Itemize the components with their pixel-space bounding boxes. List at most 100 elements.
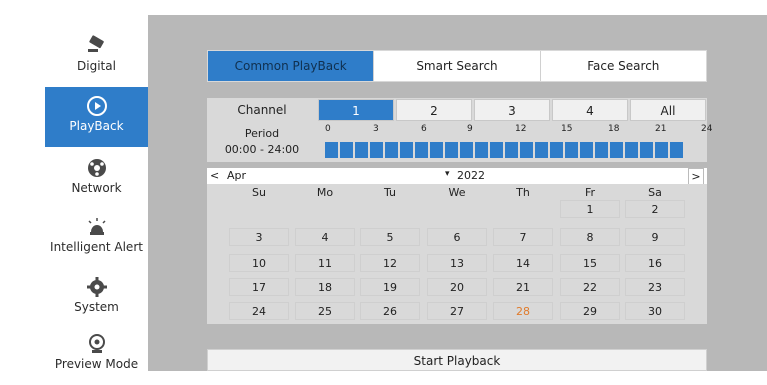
tab-smart-search[interactable]: Smart Search <box>374 51 541 81</box>
period-label: Period <box>244 127 280 140</box>
hour-block[interactable] <box>340 142 353 158</box>
calendar-day[interactable]: 27 <box>427 302 487 320</box>
calendar-day[interactable]: 6 <box>427 228 487 246</box>
hour-block[interactable] <box>610 142 623 158</box>
calendar-day[interactable]: 19 <box>360 278 420 296</box>
calendar-day[interactable]: 21 <box>493 278 553 296</box>
hour-block[interactable] <box>520 142 533 158</box>
calendar-day[interactable]: 24 <box>229 302 289 320</box>
calendar-day[interactable]: 11 <box>295 254 355 272</box>
hour-block[interactable] <box>640 142 653 158</box>
alert-icon <box>87 218 106 235</box>
hour-block[interactable] <box>415 142 428 158</box>
hour-block[interactable] <box>595 142 608 158</box>
calendar-day[interactable]: 30 <box>625 302 685 320</box>
hour-block[interactable] <box>625 142 638 158</box>
sidebar-item-preview-mode[interactable]: Preview Mode <box>45 325 148 385</box>
hour-block[interactable] <box>475 142 488 158</box>
hour-block[interactable] <box>670 142 683 158</box>
channel-option-3[interactable]: 3 <box>474 99 550 121</box>
hour-block[interactable] <box>325 142 338 158</box>
hour-block[interactable] <box>505 142 518 158</box>
tab-common-playback[interactable]: Common PlayBack <box>208 51 375 81</box>
calendar-day[interactable]: 5 <box>360 228 420 246</box>
sidebar-item-digital[interactable]: Digital <box>45 27 148 81</box>
channel-option-all[interactable]: All <box>630 99 706 121</box>
period-blocks[interactable] <box>325 142 683 158</box>
next-month-button[interactable]: > <box>688 168 704 185</box>
hour-block[interactable] <box>355 142 368 158</box>
month-select[interactable]: Apr <box>227 169 246 182</box>
period-tick-label: 18 <box>608 124 620 134</box>
hour-block[interactable] <box>655 142 668 158</box>
sidebar-item-intelligent-alert[interactable]: Intelligent Alert <box>45 208 148 268</box>
period-tick-label: 21 <box>655 124 667 134</box>
period-ticks: 0 3 6 9 12 15 18 21 24 <box>325 124 713 136</box>
calendar-day[interactable]: 17 <box>229 278 289 296</box>
sidebar-item-network[interactable]: Network <box>45 149 148 209</box>
weekday-header: Mo <box>316 186 334 199</box>
calendar-day[interactable]: 10 <box>229 254 289 272</box>
calendar-day[interactable]: 23 <box>625 278 685 296</box>
channel-option-1[interactable]: 1 <box>318 99 394 121</box>
calendar-grid: Su Mo Tu We Th Fr Sa 1 2 3 4 5 6 7 8 9 10 11 12 13 14 15 16 17 1… <box>207 184 707 324</box>
year-select[interactable]: 2022 <box>457 169 485 182</box>
hour-block[interactable] <box>550 142 563 158</box>
hour-block[interactable] <box>580 142 593 158</box>
period-tick-label: 12 <box>515 124 527 134</box>
calendar-day[interactable]: 18 <box>295 278 355 296</box>
prev-month-button[interactable]: < <box>210 169 219 182</box>
webcam-icon <box>88 334 105 353</box>
calendar-day[interactable]: 13 <box>427 254 487 272</box>
playback-icon <box>86 96 107 116</box>
calendar-day[interactable]: 8 <box>560 228 620 246</box>
period-tick-label: 0 <box>325 124 331 134</box>
hour-block[interactable] <box>490 142 503 158</box>
calendar-day[interactable]: 16 <box>625 254 685 272</box>
weekday-header: Su <box>252 186 266 199</box>
calendar-day[interactable]: 25 <box>295 302 355 320</box>
weekday-header: Th <box>516 186 530 199</box>
hour-block[interactable] <box>430 142 443 158</box>
calendar-day[interactable]: 22 <box>560 278 620 296</box>
calendar-day[interactable]: 2 <box>625 200 685 218</box>
channel-option-4[interactable]: 4 <box>552 99 628 121</box>
calendar-day[interactable]: 20 <box>427 278 487 296</box>
hour-block[interactable] <box>370 142 383 158</box>
hour-block[interactable] <box>460 142 473 158</box>
calendar-day[interactable]: 28 <box>493 302 553 320</box>
calendar-day[interactable]: 12 <box>360 254 420 272</box>
period-tick-label: 3 <box>373 124 379 134</box>
calendar-day[interactable]: 26 <box>360 302 420 320</box>
month-navigator: < Apr ▾ 2022 > <box>207 168 707 185</box>
start-playback-button[interactable]: Start Playback <box>207 349 707 371</box>
hour-block[interactable] <box>385 142 398 158</box>
calendar-day[interactable]: 14 <box>493 254 553 272</box>
hour-block[interactable] <box>400 142 413 158</box>
chevron-down-icon[interactable]: ▾ <box>445 169 450 179</box>
sidebar-item-playback[interactable]: PlayBack <box>45 87 148 147</box>
period-tick-label: 9 <box>467 124 473 134</box>
network-icon <box>87 159 106 177</box>
calendar-day[interactable]: 29 <box>560 302 620 320</box>
hour-block[interactable] <box>445 142 458 158</box>
calendar-day[interactable]: 9 <box>625 228 685 246</box>
calendar-day[interactable]: 4 <box>295 228 355 246</box>
calendar-day[interactable]: 1 <box>560 200 620 218</box>
period-timeline: Period 00:00 - 24:00 0 3 6 9 12 15 18 21 24 <box>207 122 713 162</box>
weekday-header: Sa <box>648 186 662 199</box>
hour-block[interactable] <box>535 142 548 158</box>
channel-label: Channel <box>237 103 287 117</box>
period-tick-label: 6 <box>421 124 427 134</box>
sidebar-item-system[interactable]: System <box>45 268 148 328</box>
period-tick-label: 24 <box>701 124 713 134</box>
tab-face-search[interactable]: Face Search <box>541 51 706 81</box>
camera-icon <box>87 35 104 52</box>
calendar-day[interactable]: 15 <box>560 254 620 272</box>
channel-selector: Channel 1 2 3 4 All <box>207 98 707 122</box>
sidebar: Digital PlayBack Network Intelligent Ale… <box>45 15 148 371</box>
hour-block[interactable] <box>565 142 578 158</box>
channel-option-2[interactable]: 2 <box>396 99 472 121</box>
calendar-day[interactable]: 7 <box>493 228 553 246</box>
calendar-day[interactable]: 3 <box>229 228 289 246</box>
